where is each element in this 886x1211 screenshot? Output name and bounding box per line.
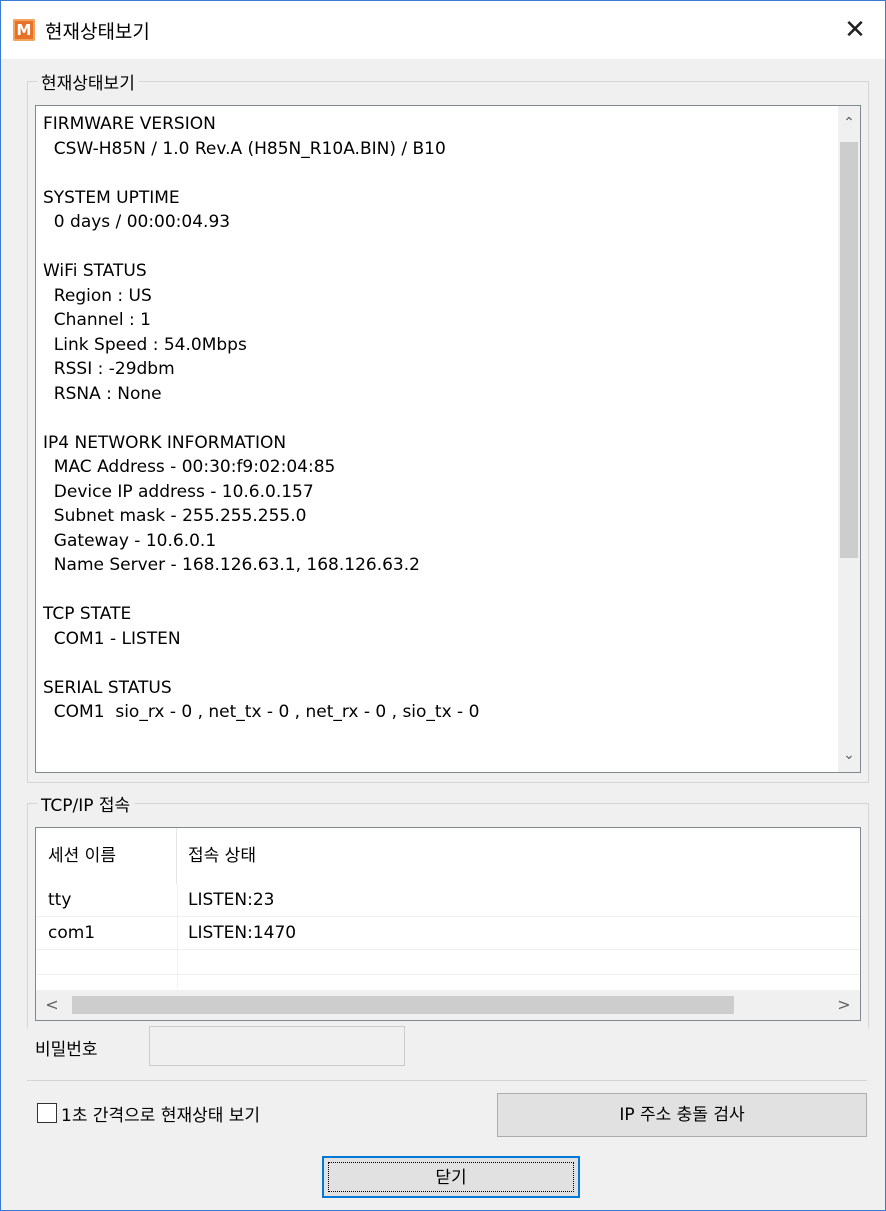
status-group-label: 현재상태보기 bbox=[37, 69, 139, 94]
tcp-group-label: TCP/IP 접속 bbox=[37, 791, 135, 816]
status-vertical-scrollbar[interactable]: ⌃ ⌄ bbox=[838, 106, 860, 772]
scroll-thumb[interactable] bbox=[840, 142, 858, 558]
status-line: Name Server - 168.126.63.1, 168.126.63.2 bbox=[43, 555, 420, 575]
column-header-session[interactable]: 세션 이름 bbox=[48, 828, 116, 884]
status-line: CSW-H85N / 1.0 Rev.A (H85N_R10A.BIN) / B… bbox=[43, 138, 446, 159]
tcp-session-list[interactable]: 세션 이름 접속 상태 tty LISTEN:23 com1 LISTEN:14… bbox=[35, 827, 861, 1021]
status-line: IP4 NETWORK INFORMATION bbox=[43, 432, 287, 453]
column-header-state[interactable]: 접속 상태 bbox=[188, 828, 256, 884]
session-state-cell: LISTEN:23 bbox=[188, 890, 275, 910]
session-state-cell: LISTEN:1470 bbox=[188, 923, 297, 943]
scroll-right-arrow-icon[interactable]: > bbox=[830, 990, 858, 1020]
table-row-empty bbox=[36, 950, 860, 975]
status-line: 0 days / 00:00:04.93 bbox=[43, 212, 231, 232]
close-window-button[interactable]: ✕ bbox=[825, 1, 885, 59]
status-line: Subnet mask - 255.255.255.0 bbox=[43, 506, 307, 526]
column-separator[interactable] bbox=[176, 828, 177, 884]
status-line: Device IP address - 10.6.0.157 bbox=[43, 481, 314, 502]
status-line: Channel : 1 bbox=[43, 310, 151, 330]
status-line: COM1 - LISTEN bbox=[43, 628, 181, 649]
window-title: 현재상태보기 bbox=[45, 21, 150, 43]
status-line: COM1 sio_rx - 0 , net_tx - 0 , net_rx - … bbox=[43, 702, 480, 722]
scroll-up-arrow-icon[interactable]: ⌃ bbox=[838, 110, 860, 136]
focus-rect bbox=[328, 1162, 574, 1192]
session-name-cell: tty bbox=[48, 890, 72, 910]
status-blank-line bbox=[43, 578, 833, 603]
auto-refresh-checkbox[interactable] bbox=[37, 1103, 57, 1123]
status-blank-line bbox=[43, 406, 833, 431]
table-row[interactable]: com1 LISTEN:1470 bbox=[36, 917, 860, 950]
auto-refresh-label[interactable]: 1초 간격으로 현재상태 보기 bbox=[61, 1101, 260, 1126]
password-label: 비밀번호 bbox=[35, 1040, 98, 1060]
status-line: WiFi STATUS bbox=[43, 261, 147, 281]
list-horizontal-scrollbar[interactable]: < > bbox=[36, 990, 860, 1020]
status-text-content: FIRMWARE VERSION CSW-H85N / 1.0 Rev.A (H… bbox=[43, 112, 833, 725]
status-line: RSSI : -29dbm bbox=[43, 359, 175, 379]
status-window: M 현재상태보기 ✕ 현재상태보기 FIRMWARE VERSION CSW-H… bbox=[0, 0, 886, 1211]
status-line: Link Speed : 54.0Mbps bbox=[43, 334, 247, 355]
status-line: MAC Address - 00:30:f9:02:04:85 bbox=[43, 457, 336, 477]
status-line: Gateway - 10.6.0.1 bbox=[43, 530, 217, 551]
status-line: SYSTEM UPTIME bbox=[43, 187, 180, 208]
status-line: RSNA : None bbox=[43, 383, 162, 404]
title-bar[interactable]: M 현재상태보기 ✕ bbox=[1, 1, 885, 59]
divider bbox=[27, 1080, 867, 1081]
hscroll-thumb[interactable] bbox=[72, 996, 734, 1014]
status-blank-line bbox=[43, 235, 833, 260]
close-button[interactable]: 닫기 bbox=[322, 1156, 580, 1198]
ip-conflict-check-button[interactable]: IP 주소 충돌 검사 bbox=[497, 1093, 867, 1137]
status-line: TCP STATE bbox=[43, 604, 132, 624]
app-icon: M bbox=[13, 19, 35, 41]
status-line: Region : US bbox=[43, 285, 152, 306]
status-blank-line bbox=[43, 651, 833, 676]
table-row[interactable]: tty LISTEN:23 bbox=[36, 884, 860, 917]
status-textbox[interactable]: FIRMWARE VERSION CSW-H85N / 1.0 Rev.A (H… bbox=[35, 105, 861, 773]
status-line: SERIAL STATUS bbox=[43, 677, 172, 698]
scroll-down-arrow-icon[interactable]: ⌄ bbox=[838, 742, 860, 768]
scroll-left-arrow-icon[interactable]: < bbox=[38, 990, 66, 1020]
status-blank-line bbox=[43, 161, 833, 186]
session-name-cell: com1 bbox=[48, 923, 96, 943]
status-line: FIRMWARE VERSION bbox=[43, 114, 216, 134]
password-field[interactable] bbox=[149, 1026, 405, 1066]
